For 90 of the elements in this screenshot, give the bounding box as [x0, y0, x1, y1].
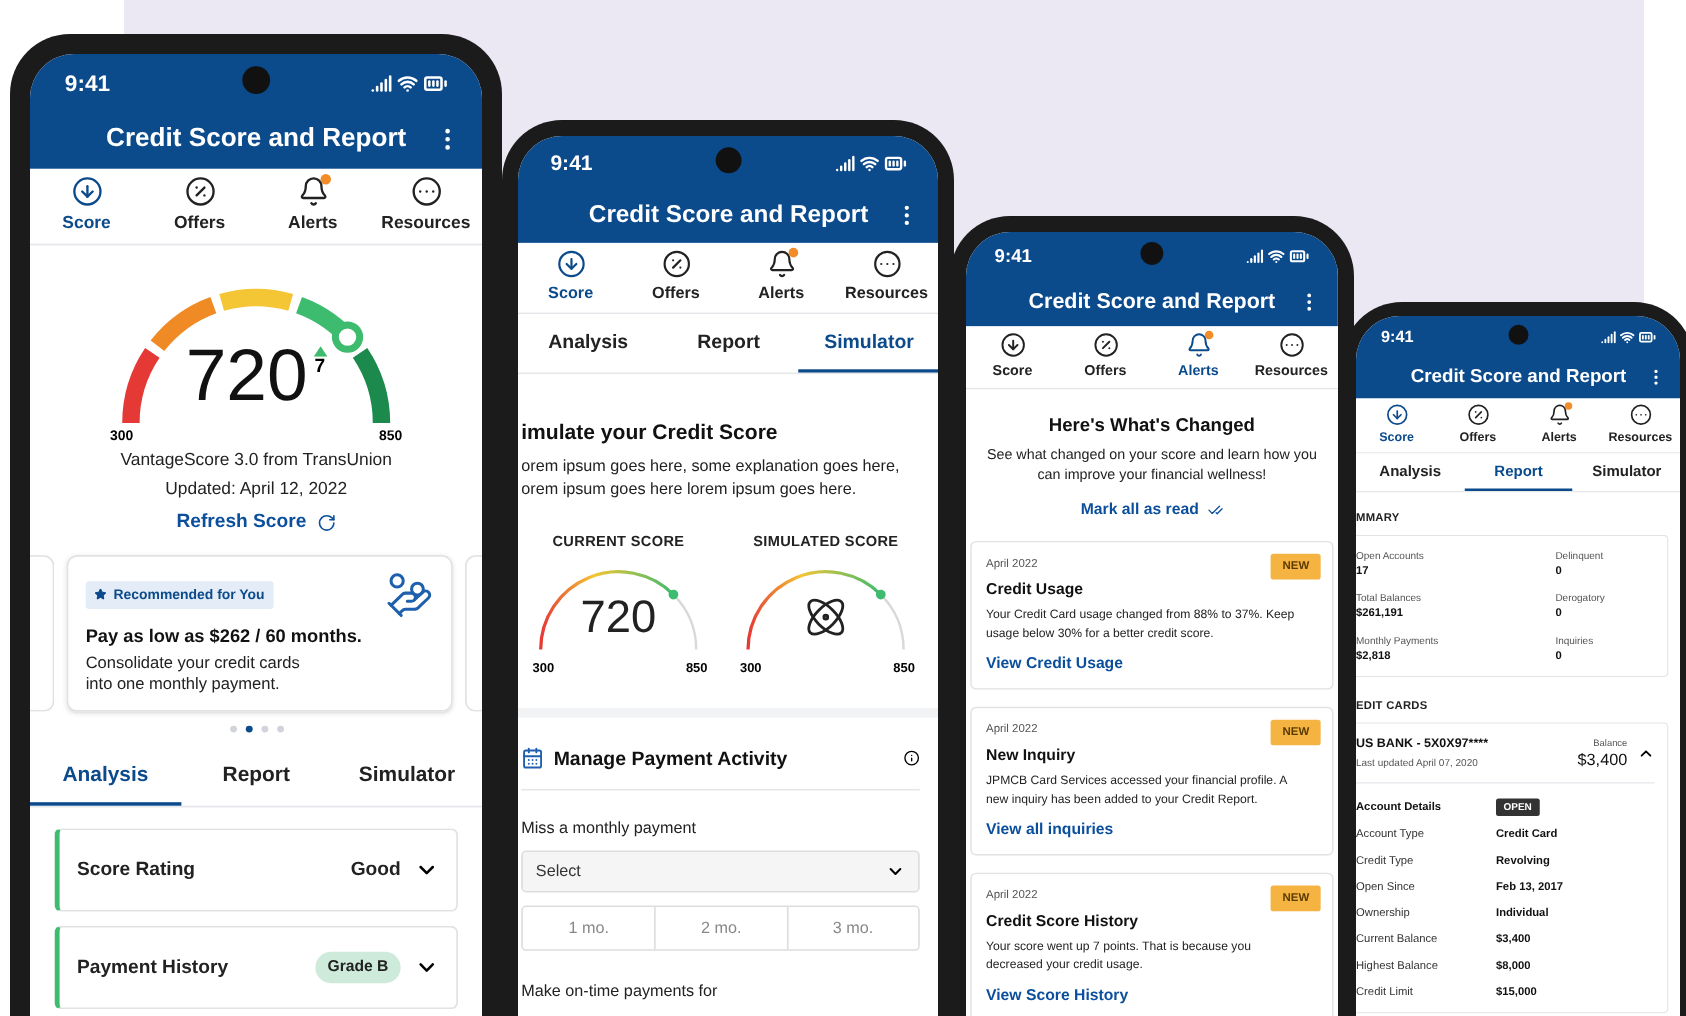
updated-date: Updated: April 12, 2022	[165, 480, 348, 502]
factor-value: Good	[350, 857, 401, 885]
percent-icon	[1466, 403, 1490, 426]
accordion-row[interactable]: Score Rating Good	[54, 828, 459, 912]
calendar-icon	[521, 746, 544, 770]
signal-icon	[1601, 329, 1616, 345]
percent-icon	[1092, 332, 1119, 358]
dial-icon	[999, 332, 1026, 358]
section-heading: imulate your Credit Score	[521, 417, 780, 448]
intro-text: orem ipsum goes here, some explanation goes here,	[521, 455, 902, 479]
percent-icon	[184, 175, 216, 208]
app-title: Credit Score and Report	[588, 198, 869, 232]
app-title: Credit Score and Report	[106, 121, 407, 157]
nav-tab[interactable]: Resources	[369, 168, 482, 244]
current-score: 720	[580, 594, 657, 640]
ellipsis-icon	[1278, 332, 1305, 358]
info-icon[interactable]	[903, 750, 920, 767]
hand-coin-icon	[384, 570, 434, 620]
tab[interactable]: Simulator	[331, 746, 482, 806]
field-label: Miss a monthly payment	[521, 817, 698, 841]
bell-icon	[1547, 403, 1571, 426]
nav-tab[interactable]: Alerts	[256, 168, 370, 244]
select-field[interactable]: Select	[521, 850, 920, 893]
nav-tab[interactable]: Resources	[833, 242, 938, 313]
segment-button[interactable]: 2 mo.	[654, 907, 787, 950]
battery-icon	[884, 152, 907, 175]
field-label: Make on-time payments for	[521, 981, 720, 1005]
battery-icon	[1289, 246, 1310, 267]
promo-headline: Pay as low as $262 / 60 months.	[85, 626, 364, 650]
intro-text: orem ipsum goes here lorem ipsum goes here.	[521, 478, 859, 502]
front-camera	[242, 66, 271, 94]
percent-icon	[661, 249, 691, 279]
nav-tab[interactable]: Score	[518, 242, 624, 313]
front-camera	[1508, 324, 1529, 345]
credit-score: 720	[185, 339, 308, 413]
signal-icon	[1246, 247, 1264, 265]
status-time: 9:41	[994, 243, 1032, 271]
tab[interactable]: Simulator	[798, 314, 938, 373]
arc-track	[879, 593, 905, 650]
gauge-dot	[668, 589, 679, 600]
tab[interactable]: Report	[658, 314, 799, 373]
atom-icon	[803, 594, 849, 640]
section-heading: Here's What's Changed	[1048, 412, 1255, 438]
battery-icon	[423, 71, 448, 96]
bell-icon	[766, 249, 796, 279]
dial-icon	[556, 249, 586, 279]
status-time: 9:41	[1381, 325, 1414, 350]
front-camera	[715, 147, 742, 174]
wifi-icon	[1619, 329, 1635, 345]
section-title: Manage Payment Activity	[553, 744, 790, 773]
up-triangle-icon	[312, 346, 327, 357]
wifi-icon	[1267, 247, 1285, 265]
check-icon	[1207, 501, 1224, 518]
wifi-icon	[859, 153, 880, 174]
signal-icon	[835, 153, 855, 174]
balance-amount: $3,400	[1577, 749, 1628, 770]
ellipsis-icon	[871, 249, 902, 279]
factor-label: Payment History	[77, 954, 229, 982]
refresh-link[interactable]: Refresh Score	[176, 509, 336, 535]
battery-icon	[1638, 328, 1656, 346]
wifi-icon	[397, 73, 418, 94]
front-camera	[1140, 242, 1164, 265]
nav-tab[interactable]: Offers	[623, 242, 729, 313]
tab[interactable]: Analysis	[518, 314, 659, 373]
factor-label: Score Rating	[77, 857, 196, 885]
arc-track	[672, 593, 698, 650]
refresh-icon	[316, 512, 336, 532]
tab[interactable]: Report	[180, 746, 332, 806]
score-change: 7	[314, 356, 326, 381]
nav-tab[interactable]: Score	[30, 168, 144, 244]
bell-icon	[297, 175, 329, 208]
score-source: VantageScore 3.0 from TransUnion	[120, 450, 392, 472]
status-time: 9:41	[550, 149, 593, 180]
bell-icon	[1185, 332, 1212, 358]
nav-tab[interactable]: Offers	[143, 168, 257, 244]
promo-text: Consolidate your credit cards into one monthly payment.	[85, 654, 302, 697]
tab[interactable]: Analysis	[30, 746, 181, 806]
gauge-dot	[875, 589, 886, 600]
app-title: Credit Score and Report	[1410, 363, 1627, 391]
segment-button[interactable]: 3 mo.	[786, 907, 919, 950]
segment-button[interactable]: 1 mo.	[522, 907, 655, 950]
nav-tab[interactable]: Alerts	[728, 242, 834, 313]
star-icon	[94, 588, 107, 601]
dial-icon	[70, 175, 103, 208]
signal-icon	[371, 73, 392, 94]
status-time: 9:41	[64, 68, 111, 101]
app-title: Credit Score and Report	[1028, 286, 1276, 318]
dial-icon	[1385, 403, 1408, 426]
ellipsis-icon	[410, 175, 442, 208]
ellipsis-icon	[1629, 403, 1652, 426]
